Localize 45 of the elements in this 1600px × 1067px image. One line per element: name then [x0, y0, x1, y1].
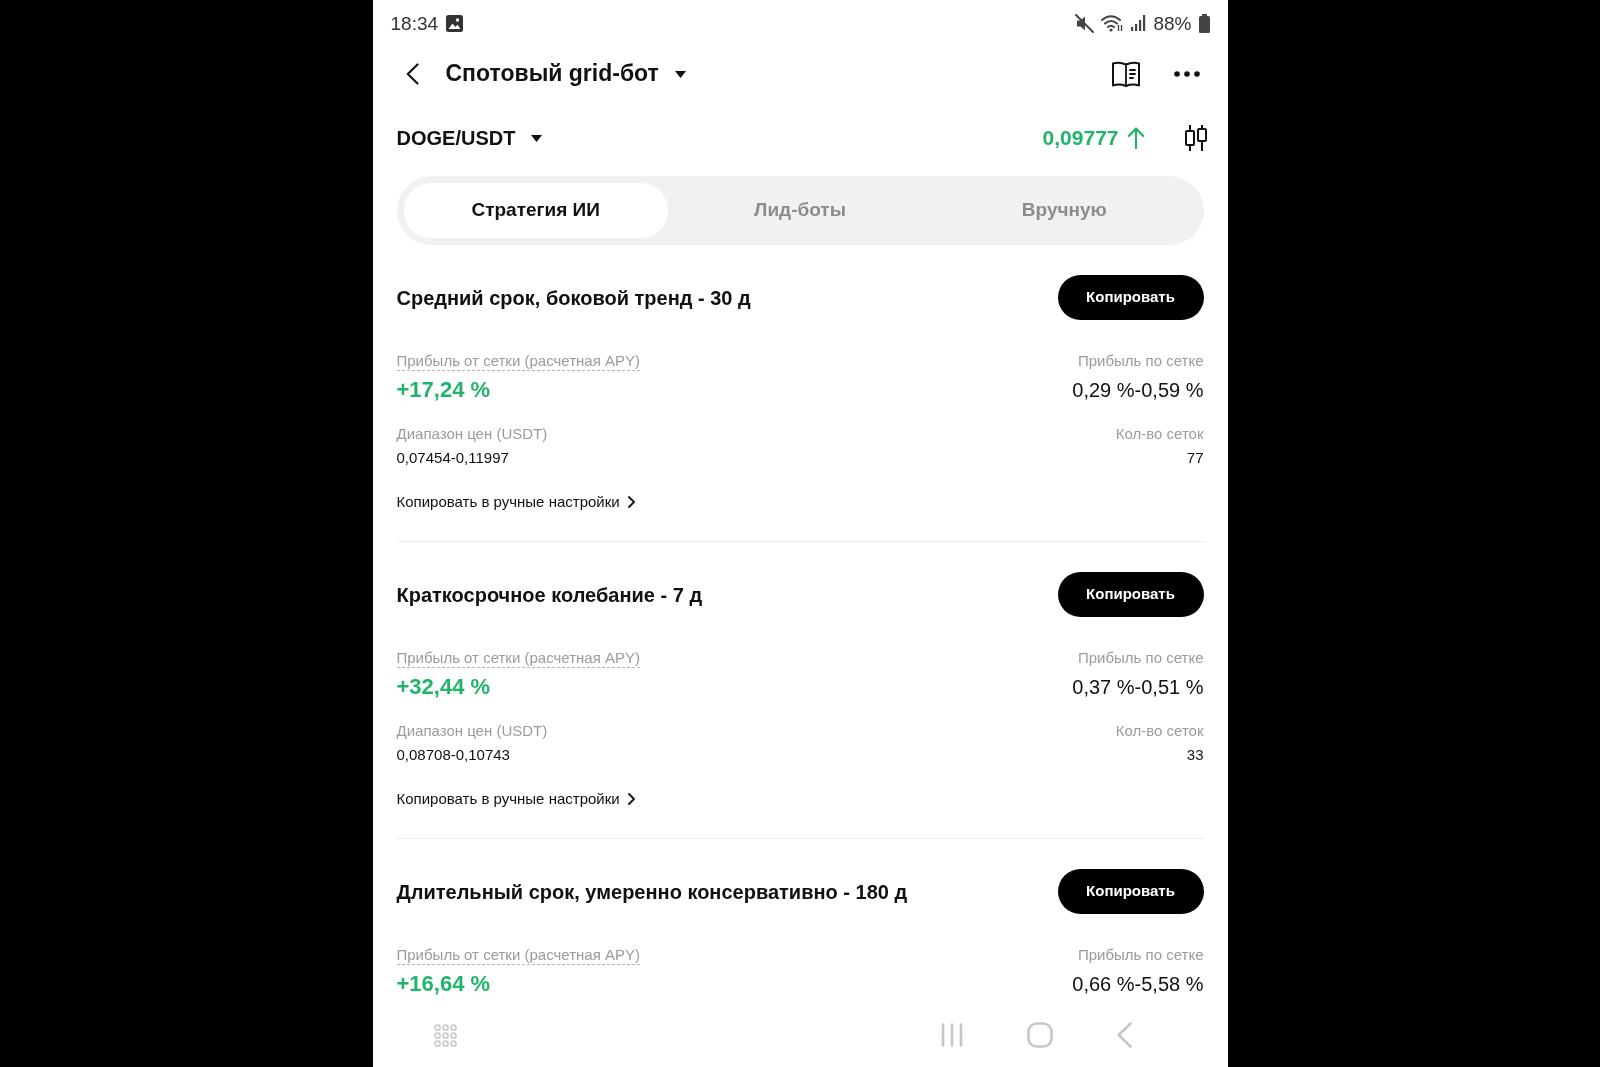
chevron-icon	[627, 793, 635, 805]
battery-percent: 88%	[1153, 13, 1192, 33]
price-text: 0,09777	[1042, 125, 1119, 151]
mute-icon	[1075, 13, 1095, 33]
back-icon[interactable]	[405, 63, 419, 85]
more-icon[interactable]	[1173, 71, 1200, 77]
grid-count-value: 33	[1186, 745, 1204, 765]
price-range-label: Диапазон цен (USDT)	[396, 721, 548, 741]
grid-profit-label: Прибыль по сетке	[1077, 648, 1204, 668]
grid-count-value: 77	[1186, 448, 1204, 468]
dots-grid-icon[interactable]	[433, 1023, 457, 1047]
apy-value: +16,64 %	[396, 970, 491, 998]
tab[interactable]: Стратегия ИИ	[403, 183, 668, 238]
grid-profit-label: Прибыль по сетке	[1077, 351, 1204, 371]
grid-profit-value: 0,66 %-5,58 %	[1072, 972, 1204, 997]
grid-profit-value: 0,29 %-0,59 %	[1072, 378, 1204, 403]
wifi-icon	[1101, 14, 1125, 32]
copy-button[interactable]: Копировать	[1057, 572, 1204, 617]
caret-icon[interactable]	[674, 70, 686, 78]
strategy-title: Краткосрочное колебание - 7 д	[396, 582, 703, 607]
apy-value: +32,44 %	[396, 673, 491, 701]
copy-button[interactable]: Копировать	[1057, 869, 1204, 914]
candlestick-chart-icon[interactable]	[1183, 124, 1208, 152]
status-time: 18:34	[390, 13, 439, 33]
chevron-icon	[627, 496, 635, 508]
signal-icon	[1131, 15, 1147, 31]
book-icon[interactable]	[1111, 61, 1140, 87]
price-range-label: Диапазон цен (USDT)	[396, 424, 548, 444]
grid-count-label: Кол-во сеток	[1115, 424, 1204, 444]
strategy-title: Длительный срок, умеренно консервативно - 180 д	[396, 879, 908, 904]
image-icon	[446, 14, 464, 32]
price-range-value: 0,07454-0,11997	[396, 448, 509, 468]
price-range-value: 0,08708-0,10743	[396, 745, 510, 765]
grid-count-label: Кол-во сеток	[1115, 721, 1204, 741]
pair-selector[interactable]: DOGE/USDT	[396, 126, 516, 150]
grid-profit-label: Прибыль по сетке	[1077, 945, 1204, 965]
strategy-title: Средний срок, боковой тренд - 30 д	[396, 285, 751, 310]
apy-value: +17,24 %	[396, 376, 491, 404]
manual-settings-link[interactable]: Копировать в ручные настройки	[396, 492, 635, 512]
caret-icon[interactable]	[531, 134, 543, 142]
grid-profit-value: 0,37 %-0,51 %	[1072, 675, 1204, 700]
manual-settings-link[interactable]: Копировать в ручные настройки	[396, 789, 635, 809]
page-title[interactable]: Спотовый grid-бот	[445, 60, 659, 88]
copy-button[interactable]: Копировать	[1057, 275, 1204, 320]
battery-icon	[1198, 13, 1210, 33]
